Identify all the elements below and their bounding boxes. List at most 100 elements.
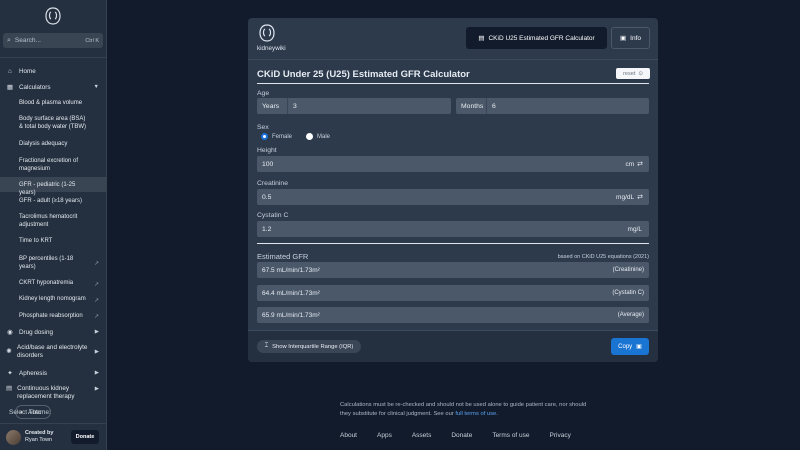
pill-icon: ◉ [7,329,13,336]
sidebar-subitem-label: BP percentiles (1-18 years) [19,256,74,270]
sidebar-item-calculators[interactable]: ▦ Calculators ▼ [0,79,107,95]
sidebar-subitem-label: Kidney length nomogram [19,296,86,302]
divider [257,83,649,84]
sidebar-subitem-label: Fractional excretion of magnesium [19,158,79,172]
height-field[interactable]: 100 cm ⇄ [257,156,649,172]
avatar[interactable] [6,429,21,445]
sidebar-subitem-bp-percentiles[interactable]: BP percentiles (1-18 years) ↗ [0,250,107,276]
unit-swap-icon[interactable]: ⇄ [637,193,649,201]
sidebar-subitem-gfr-adult[interactable]: GFR - adult (≥18 years) [0,192,107,209]
male-label: Male [317,133,331,140]
theme-label: Select Theme: [9,408,51,416]
age-years-value: 3 [293,102,297,110]
footer-link-about[interactable]: About [340,432,357,439]
calculator-title-button[interactable]: ▤ CKiD U25 Estimated GFR Calculator [466,27,607,49]
reset-button[interactable]: reset ⊙ [616,68,650,79]
sex-label: Sex [257,124,269,131]
result-creatinine[interactable]: 67.5 mL/min/1.73m² (Creatinine) [257,262,649,278]
created-by-label: Created by [25,430,54,436]
creator-name: Ryan Town [25,437,53,443]
sidebar-subitem-tacrolimus[interactable]: Tacrolimus hematocrit adjustment [0,209,107,234]
info-button[interactable]: ▣ Info [611,27,650,49]
disclaimer: Calculations must be re-checked and shou… [340,401,590,418]
footer-link-terms[interactable]: Terms of use [492,432,529,439]
search-icon: ⌕ [7,36,11,44]
sidebar-item-home[interactable]: ⌂ Home [0,63,107,79]
external-link-icon: ↗ [94,281,100,288]
home-icon: ⌂ [8,67,12,75]
iqr-label: Show Interquartile Range (IQR) [272,343,354,350]
sidebar-subitem-label: Tacrolimus hematocrit adjustment [19,214,78,228]
cystatin-field[interactable]: 1.2 mg/L [257,221,649,237]
sidebar-subitem-label: Blood & plasma volume [19,100,83,106]
months-prefix: Months [461,102,484,110]
sidebar-subitem-dialysis-adequacy[interactable]: Dialysis adequacy [0,136,107,153]
result-average[interactable]: 65.9 mL/min/1.73m² (Average) [257,307,649,323]
sidebar-subitem-bsa-tbw[interactable]: Body surface area (BSA) & total body wat… [0,112,107,136]
sidebar-subitem-label: GFR - adult (≥18 years) [19,197,82,204]
sidebar-item-apheresis[interactable]: ✦ Apheresis ▶ [0,364,107,382]
results-label: Estimated GFR [257,252,309,261]
sex-male-radio[interactable]: Male [306,133,330,140]
years-prefix: Years [262,102,280,110]
age-label: Age [257,90,270,97]
footer-link-donate[interactable]: Donate [451,432,472,439]
show-iqr-button[interactable]: ⌶ Show Interquartile Range (IQR) [257,340,361,353]
sidebar-item-label: Calculators [19,83,51,91]
unit-swap-icon[interactable]: ⇄ [637,160,649,168]
creatinine-field[interactable]: 0.5 mg/dL ⇄ [257,189,649,205]
sidebar-item-label: Drug dosing [19,328,53,336]
result-tag: (Average) [617,312,644,318]
sidebar-subitem-phosphate[interactable]: Phosphate reabsorption ↗ [0,308,107,324]
female-label: Female [272,133,293,140]
sidebar-subitem-label: Time to KRT [19,238,53,244]
creator-footer: Created by Ryan Town Donate [0,423,107,450]
footer-link-apps[interactable]: Apps [377,432,392,439]
age-years-field[interactable]: Years 3 [257,98,451,114]
sidebar-subitem-label: Dialysis adequacy [19,141,68,147]
kidney-logo-icon[interactable] [45,7,61,25]
height-value: 100 [262,160,274,168]
copy-label: Copy [618,343,633,350]
external-link-icon: ↗ [94,314,100,320]
sidebar-subitem-blood-plasma-volume[interactable]: Blood & plasma volume [0,95,107,112]
cystatin-label: Cystatin C [257,212,289,219]
kidney-logo-icon[interactable] [259,24,275,42]
creator-credit[interactable]: Created by Ryan Town [25,430,71,444]
copy-button[interactable]: Copy ▣ [611,338,649,355]
donate-button[interactable]: Donate [71,430,99,444]
sidebar-item-label: Apheresis [19,369,48,377]
sidebar-item-ckrt[interactable]: ▤ Continuous kidney replacement therapy … [0,382,107,403]
sidebar-subitem-fractional-excretion[interactable]: Fractional excretion of magnesium [0,153,107,177]
results-basis: based on CKiD U25 equations (2021) [557,254,649,260]
sidebar-subitem-label: Phosphate reabsorption [19,313,83,319]
sidebar-subitem-time-to-krt[interactable]: Time to KRT [0,234,107,250]
external-link-icon: ↗ [94,297,100,304]
sidebar-item-drug-dosing[interactable]: ◉ Drug dosing ▶ [0,324,107,340]
divider [257,243,649,244]
search-shortcut: Ctrl K [85,37,99,44]
result-cystatin[interactable]: 64.4 mL/min/1.73m² (Cystatin C) [257,285,649,301]
footer-link-assets[interactable]: Assets [412,432,432,439]
card-header: kidneywiki ▤ CKiD U25 Estimated GFR Calc… [248,18,658,60]
reset-icon: ⊙ [638,70,643,77]
chevron-down-icon: ▼ [93,84,99,90]
footer-links: About Apps Assets Donate Terms of use Pr… [340,432,591,439]
footer-link-privacy[interactable]: Privacy [550,432,571,439]
age-months-field[interactable]: Months 6 [456,98,649,114]
sidebar-subitem-ckrt-hyponatremia[interactable]: CKRT hyponatremia ↗ [0,276,107,291]
cystatin-value: 1.2 [262,225,272,233]
search-box[interactable]: ⌕ Search... Ctrl K [3,33,103,48]
age-months-value: 6 [492,102,496,110]
sidebar-subitem-gfr-pediatric[interactable]: GFR - pediatric (1-25 years) [0,177,107,196]
terms-link[interactable]: full terms of use [455,411,496,417]
calculator-icon: ▦ [6,84,14,91]
atom-icon: ✺ [6,348,12,355]
sidebar-item-label: Continuous kidney replacement therapy [17,385,75,400]
radio-checked-icon [261,133,268,140]
result-value: 64.4 mL/min/1.73m² [262,289,320,297]
sex-female-radio[interactable]: Female [261,133,292,140]
chevron-right-icon: ▶ [94,329,99,335]
sidebar-item-acid-base[interactable]: ✺ Acid/base and electrolyte disorders ▶ [0,340,107,364]
sidebar-subitem-kidney-length[interactable]: Kidney length nomogram ↗ [0,291,107,308]
